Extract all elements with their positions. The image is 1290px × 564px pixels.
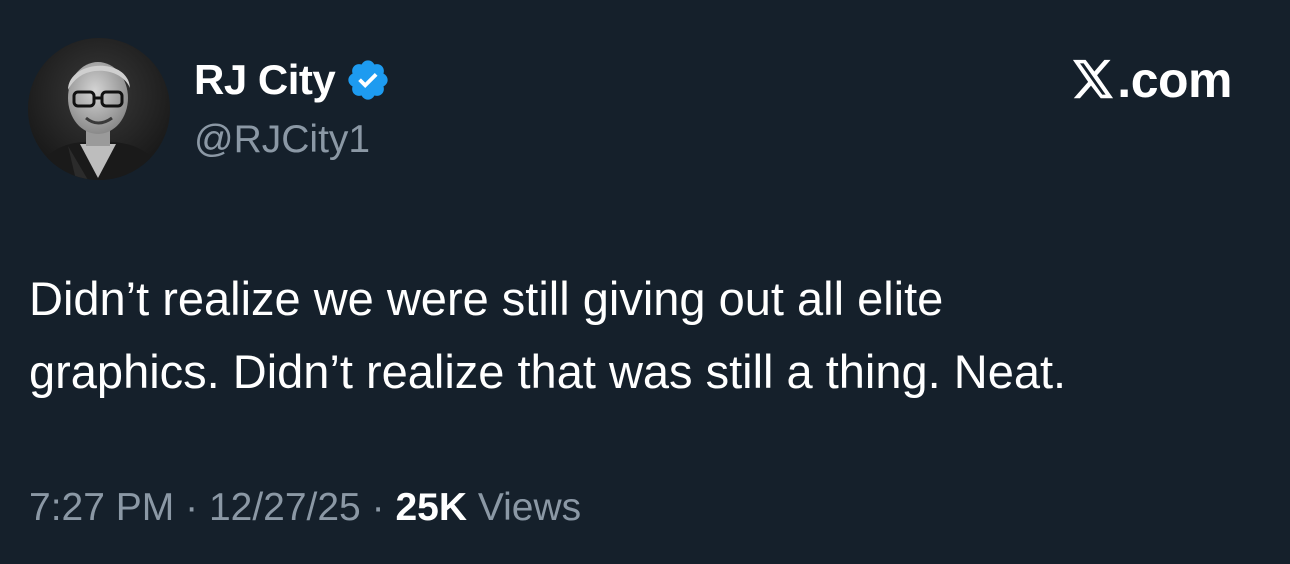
meta-separator: · [371, 486, 385, 529]
author-name-row[interactable]: RJ City [194, 52, 391, 108]
tweet-date[interactable]: 12/27/25 [209, 486, 361, 529]
display-name[interactable]: RJ City [194, 52, 336, 108]
tweet-text-line: graphics. Didn’t realize that was still … [29, 345, 1067, 398]
tweet-time[interactable]: 7:27 PM [29, 486, 174, 529]
x-logo-icon [1071, 59, 1115, 101]
views-count: 25K [395, 486, 467, 529]
tweet-card: RJ City @RJCity1 .com Didn’t realize we … [0, 0, 1290, 564]
avatar[interactable] [28, 38, 170, 180]
author-handle[interactable]: @RJCity1 [194, 114, 370, 166]
views-label: Views [477, 486, 582, 529]
tweet-text: Didn’t realize we were still giving out … [29, 262, 1249, 408]
brand-label: .com [1117, 52, 1232, 108]
tweet-meta: 7:27 PM · 12/27/25 · 25K Views [29, 482, 581, 534]
avatar-photo [28, 38, 170, 180]
brand-watermark: .com [1071, 52, 1232, 108]
verified-badge-icon [345, 57, 391, 103]
meta-separator: · [185, 486, 199, 529]
tweet-text-line: Didn’t realize we were still giving out … [29, 272, 944, 325]
